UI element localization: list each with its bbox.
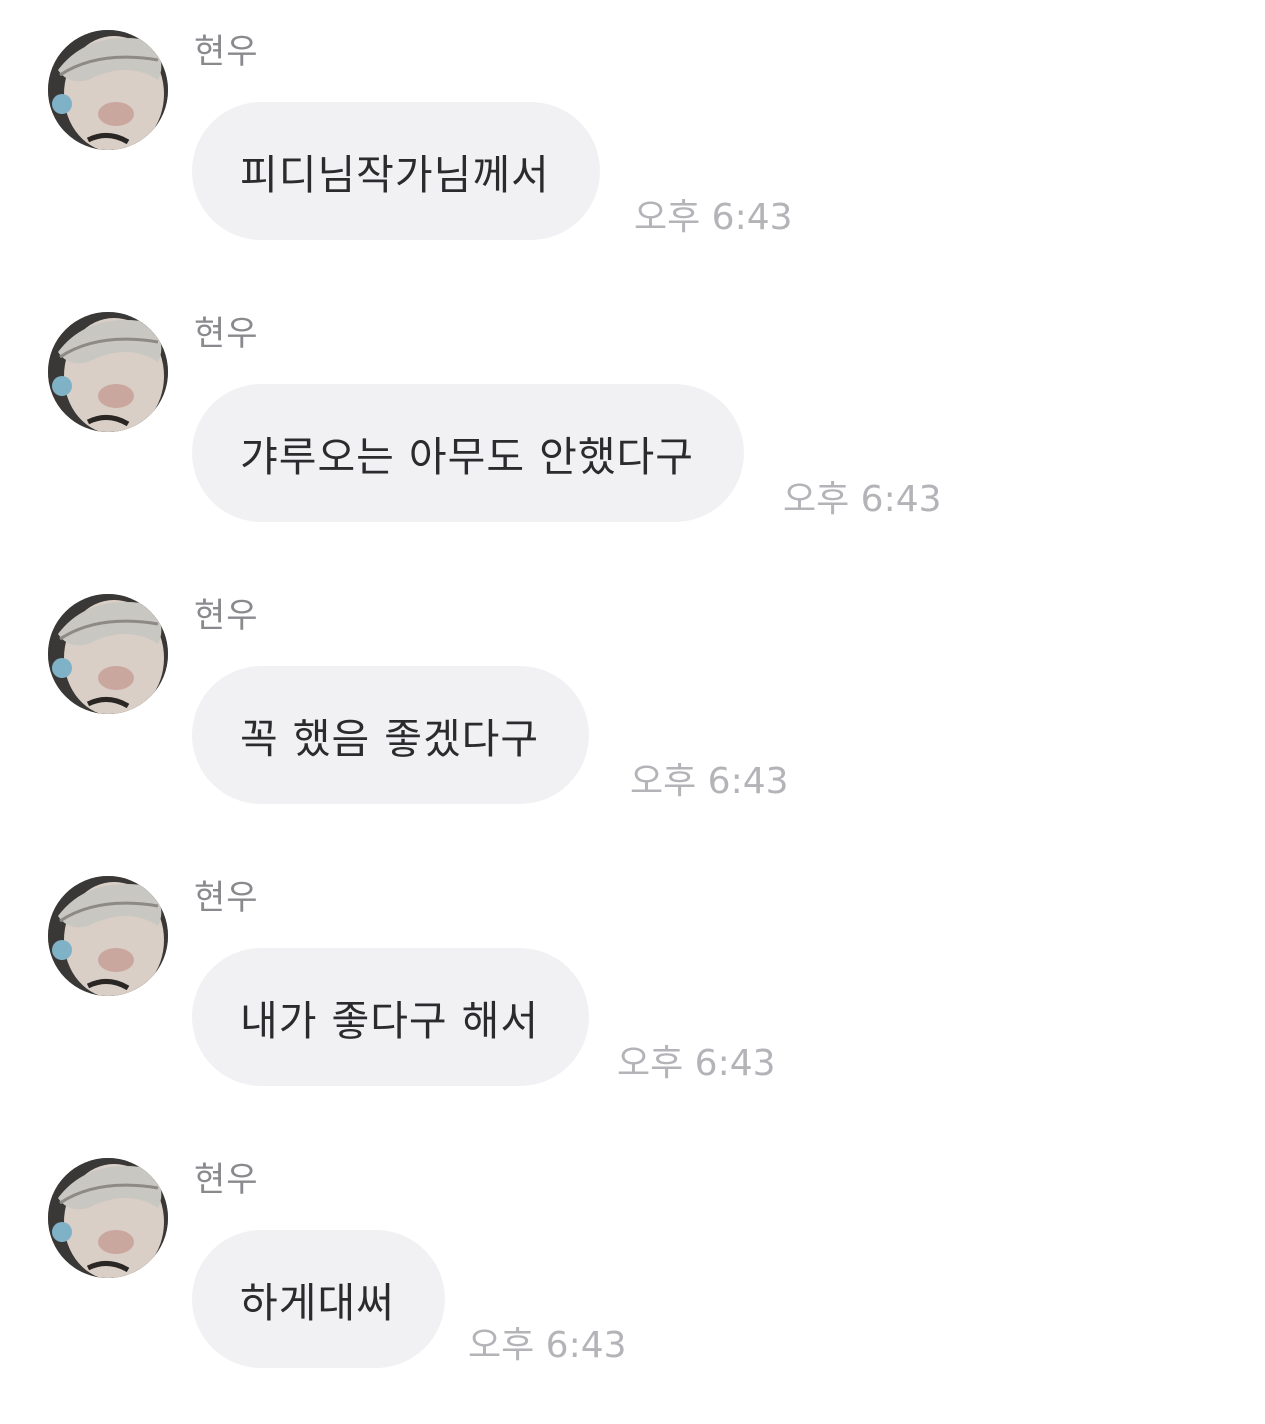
avatar[interactable]: [48, 30, 168, 150]
message-bubble[interactable]: 내가 좋다구 해서: [192, 948, 590, 1086]
message-bubble[interactable]: 꼭 했음 좋겠다구: [192, 666, 590, 804]
message-text: 피디님작가님께서: [240, 151, 550, 199]
message-text: 갸루오는 아무도 안했다구: [240, 433, 694, 481]
profile-photo-icon: [48, 1158, 168, 1278]
message-timestamp: 오후 6:43: [468, 1325, 627, 1366]
message-bubble[interactable]: 피디님작가님께서: [192, 102, 600, 240]
chat-message-list: 현우 피디님작가님께서 오후 6:43 현우 갸루오는 아무도 안했다구 오후 …: [0, 0, 1265, 1424]
avatar[interactable]: [48, 594, 168, 714]
message-timestamp: 오후 6:43: [783, 479, 942, 520]
message-timestamp: 오후 6:43: [630, 761, 789, 802]
profile-photo-icon: [48, 876, 168, 996]
message-bubble[interactable]: 갸루오는 아무도 안했다구: [192, 384, 744, 522]
message-text: 꼭 했음 좋겠다구: [240, 715, 540, 763]
message-row: 현우 하게대써 오후 6:43: [0, 1128, 1265, 1378]
avatar[interactable]: [48, 1158, 168, 1278]
sender-name: 현우: [194, 314, 259, 354]
message-row: 현우 내가 좋다구 해서 오후 6:43: [0, 846, 1265, 1096]
message-row: 현우 피디님작가님께서 오후 6:43: [0, 0, 1265, 250]
profile-photo-icon: [48, 30, 168, 150]
profile-photo-icon: [48, 312, 168, 432]
message-text: 하게대써: [240, 1279, 395, 1327]
sender-name: 현우: [194, 596, 259, 636]
avatar[interactable]: [48, 312, 168, 432]
sender-name: 현우: [194, 1160, 259, 1200]
avatar[interactable]: [48, 876, 168, 996]
message-row: 현우 꼭 했음 좋겠다구 오후 6:43: [0, 564, 1265, 814]
message-timestamp: 오후 6:43: [617, 1043, 776, 1084]
sender-name: 현우: [194, 878, 259, 918]
message-text: 내가 좋다구 해서: [240, 997, 540, 1045]
message-row: 현우 갸루오는 아무도 안했다구 오후 6:43: [0, 282, 1265, 532]
sender-name: 현우: [194, 32, 259, 72]
message-bubble[interactable]: 하게대써: [192, 1230, 445, 1368]
profile-photo-icon: [48, 594, 168, 714]
message-timestamp: 오후 6:43: [634, 197, 793, 238]
